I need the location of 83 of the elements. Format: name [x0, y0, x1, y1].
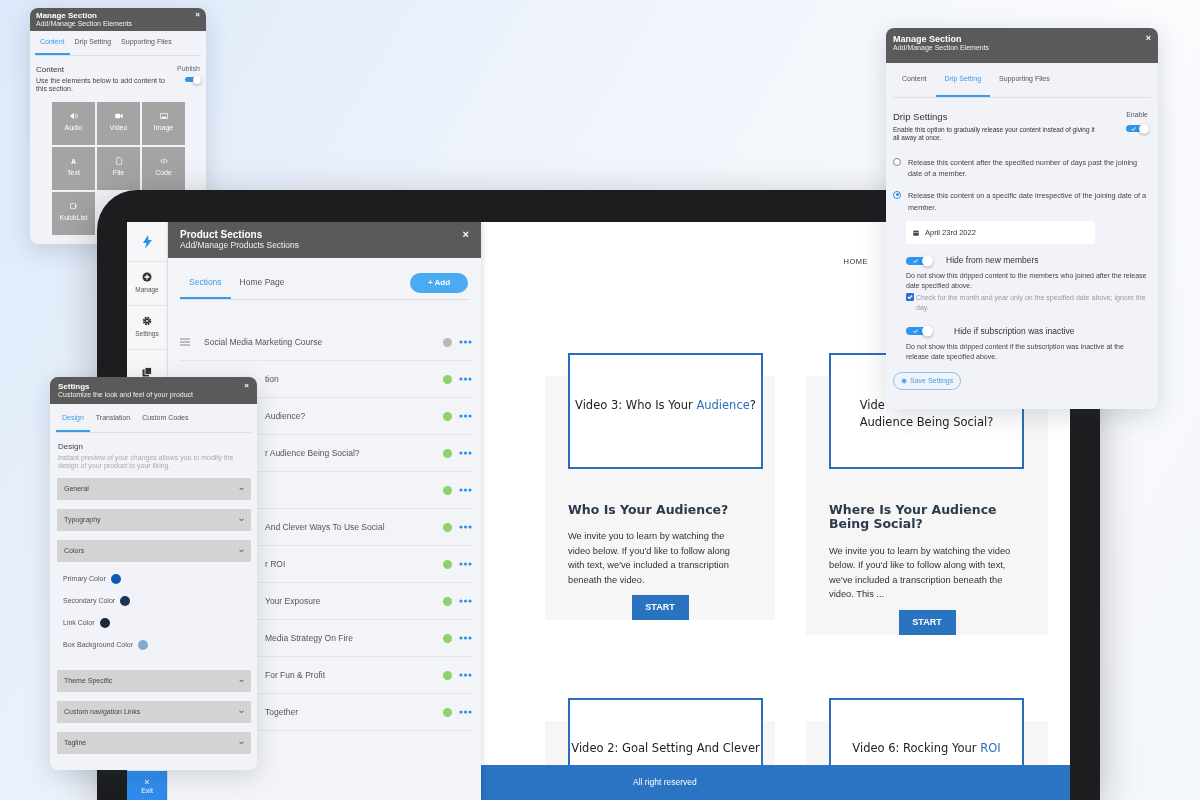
- check-icon: [912, 258, 918, 264]
- document-icon: [114, 157, 123, 166]
- more-icon[interactable]: [459, 340, 472, 344]
- settings-icon: [142, 316, 152, 327]
- panel-title: Manage Section: [36, 11, 98, 21]
- close-button[interactable]: ×: [462, 229, 469, 240]
- link[interactable]: Audience: [696, 398, 750, 412]
- panel-title: Product Sections: [180, 229, 264, 241]
- toggle-switch[interactable]: [185, 77, 200, 83]
- radio-button[interactable]: [893, 190, 901, 199]
- plus-circle-icon: [142, 272, 152, 283]
- section-title: Your Exposure: [265, 594, 322, 608]
- chevron-down-icon: [239, 518, 244, 522]
- color-swatch[interactable]: [138, 640, 149, 650]
- speaker-icon: [69, 112, 78, 121]
- section-title: r Audience Being Social?: [265, 446, 361, 460]
- start-button[interactable]: START: [898, 609, 956, 635]
- video-title: Video 3: Who Is Your Audience?: [575, 397, 756, 414]
- play-box-icon: [69, 202, 78, 211]
- section-title: For Fun & Profit: [265, 668, 326, 682]
- image-icon: [159, 112, 168, 121]
- check-icon: [912, 328, 918, 334]
- chevron-down-icon: [239, 679, 244, 683]
- more-icon[interactable]: [459, 599, 472, 603]
- section-heading: Content: [36, 63, 66, 76]
- section-title: And Clever Ways To Use Social: [265, 520, 386, 534]
- link[interactable]: ROI: [980, 740, 1001, 755]
- more-icon[interactable]: [459, 710, 472, 714]
- panel-subtitle: Add/Manage Products Sections: [180, 240, 300, 251]
- more-icon[interactable]: [459, 488, 472, 492]
- checkbox[interactable]: [906, 293, 914, 302]
- video-camera-icon: [114, 112, 123, 121]
- card-title: Who Is Your Audience?: [568, 503, 730, 518]
- video-title: Video 2: Goal Setting And Clever: [571, 739, 760, 757]
- section-heading: Drip Settings: [893, 109, 949, 124]
- close-button[interactable]: ×: [195, 11, 200, 19]
- section-title: r ROI: [265, 557, 287, 571]
- start-button[interactable]: START: [631, 595, 689, 621]
- video-title: Audience Being Social?: [859, 414, 994, 432]
- more-icon[interactable]: [459, 562, 472, 566]
- chevron-down-icon: [239, 549, 244, 553]
- video-title: Vide: [859, 397, 886, 414]
- card-title: Where Is Your Audience Being Social?: [829, 503, 998, 532]
- color-swatch[interactable]: [110, 574, 121, 584]
- section-title: Audience?: [265, 409, 307, 423]
- toggle-switch[interactable]: [906, 256, 932, 265]
- copy-icon[interactable]: [142, 366, 152, 377]
- section-title: Social Media Marketing Course: [204, 335, 324, 349]
- chevron-down-icon: [239, 710, 244, 714]
- close-button[interactable]: ×: [1145, 34, 1151, 43]
- section-heading: Design: [58, 440, 84, 453]
- video-title: Video 6: Rocking Your ROI: [852, 739, 1001, 757]
- more-icon[interactable]: [459, 525, 472, 529]
- radio-button[interactable]: [893, 157, 901, 166]
- check-icon: [1131, 126, 1137, 131]
- section-title: Together: [265, 705, 300, 719]
- settings-icon: [901, 378, 907, 385]
- section-title: Media Strategy On Fire: [265, 631, 354, 645]
- panel-title: Settings: [58, 382, 91, 392]
- tab[interactable]: Home Page: [230, 276, 294, 299]
- color-swatch[interactable]: [120, 596, 131, 606]
- more-icon[interactable]: [459, 673, 472, 677]
- lightning-bolt-logo: [142, 234, 152, 249]
- drag-handle-icon[interactable]: [180, 338, 190, 346]
- card-description: We invite you to learn by watching the video below. If you'd like to follow along with text, we've included a transcription beneath the video. This ...: [829, 544, 1012, 602]
- toggle-switch[interactable]: [1126, 125, 1148, 132]
- toggle-switch[interactable]: [906, 327, 932, 336]
- more-icon[interactable]: [459, 377, 472, 381]
- toggle-label: Hide if subscription was inactive: [954, 324, 1075, 338]
- section-title: tion: [265, 372, 280, 386]
- panel-title: Manage Section: [893, 34, 963, 45]
- code-icon: [159, 157, 168, 166]
- footer-text: All right reserved: [633, 776, 697, 789]
- calendar-icon: [913, 229, 919, 236]
- chevron-down-icon: [239, 487, 244, 491]
- color-swatch[interactable]: [99, 618, 110, 628]
- more-icon[interactable]: [459, 636, 472, 640]
- chevron-down-icon: [239, 741, 244, 745]
- close-button[interactable]: ×: [244, 382, 249, 390]
- more-icon[interactable]: [459, 414, 472, 418]
- card-description: We invite you to learn by watching the video below. If you'd like to follow along with text, we've included a transcription beneath the video.: [568, 530, 731, 587]
- toggle-label: Hide from new members: [946, 254, 1039, 268]
- more-icon[interactable]: [459, 451, 472, 455]
